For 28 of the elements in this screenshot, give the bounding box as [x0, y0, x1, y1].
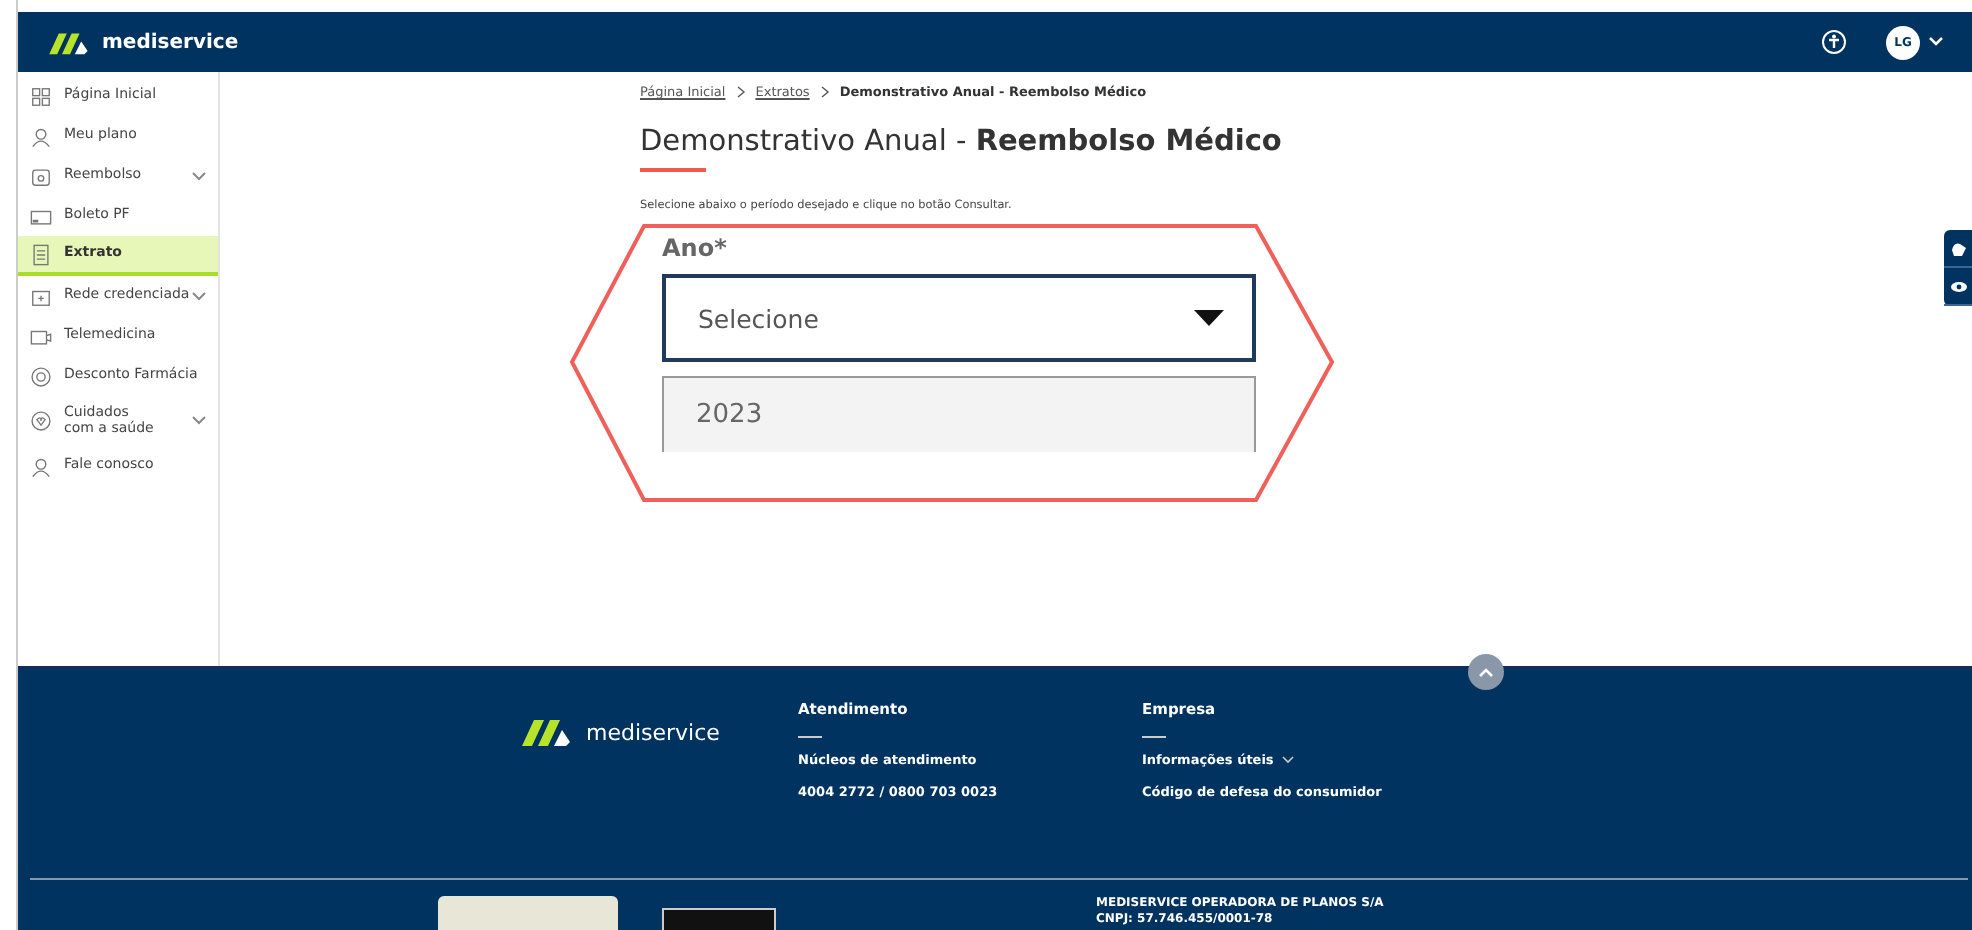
- menu-icon: [30, 365, 52, 387]
- chevron-up-icon: [1478, 667, 1494, 677]
- brand-name: mediservice: [102, 31, 239, 53]
- accessibility-icon[interactable]: [1822, 30, 1846, 54]
- menu-icon: [30, 165, 52, 187]
- chevron-right-icon: [819, 86, 830, 98]
- chevron-down-icon: [192, 416, 206, 426]
- menu-icon: [30, 455, 52, 477]
- menu-icon: [30, 285, 52, 307]
- menu-icon: [30, 325, 52, 347]
- dropdown-option[interactable]: 2023: [662, 376, 1256, 452]
- page-title: Demonstrativo Anual - Reembolso Médico: [640, 126, 1284, 158]
- dropdown-arrow-icon: [1194, 310, 1224, 326]
- eye-icon[interactable]: [1949, 277, 1967, 295]
- menu-icon: [30, 410, 52, 432]
- chevron-down-icon: [192, 291, 206, 301]
- footer-brand-name: mediservice: [586, 719, 720, 745]
- field-label: Ano*: [662, 234, 727, 262]
- menu-icon: [30, 85, 52, 107]
- chevron-right-icon: [735, 86, 746, 98]
- year-select[interactable]: Selecione: [662, 274, 1256, 362]
- chevron-down-icon: [192, 171, 206, 181]
- menu-icon: [30, 243, 52, 265]
- menu-icon: [30, 205, 52, 227]
- seal-placeholder: [662, 908, 776, 930]
- chevron-down-icon[interactable]: [1281, 756, 1294, 764]
- scroll-top-button[interactable]: [1468, 654, 1504, 690]
- menu-icon: [30, 125, 52, 147]
